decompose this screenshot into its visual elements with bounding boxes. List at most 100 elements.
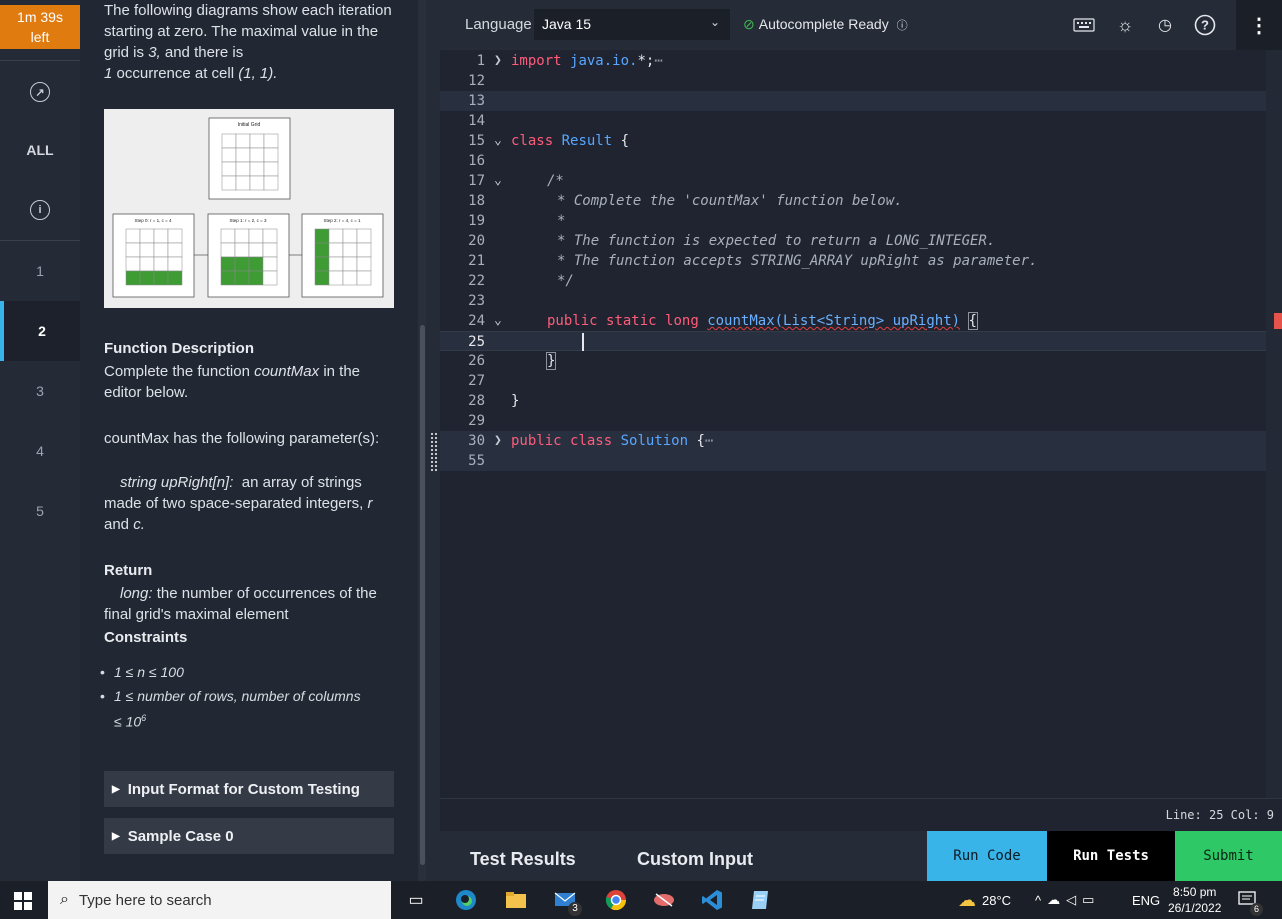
rail-question-4[interactable]: 4 xyxy=(0,421,80,481)
rail-question-3[interactable]: 3 xyxy=(0,361,80,421)
grid-cell xyxy=(356,270,372,286)
grid-cell xyxy=(314,242,330,258)
info-nav[interactable]: i xyxy=(0,180,80,240)
snipping-tool-icon[interactable] xyxy=(650,887,678,913)
rail-question-2[interactable]: 2 xyxy=(0,301,80,361)
function-description-text: Complete the function countMax in the ed… xyxy=(104,363,361,401)
problem-scrollbar-thumb[interactable] xyxy=(420,325,425,865)
grid-cell xyxy=(263,175,279,191)
parameters-intro: countMax has the following parameter(s): xyxy=(104,430,380,447)
editor-scrollbar[interactable] xyxy=(1266,50,1282,798)
input-format-toggle[interactable]: ▶ Input Format for Custom Testing xyxy=(104,771,394,807)
cursor-position-status: Line: 25 Col: 9 xyxy=(440,798,1282,830)
run-tests-button[interactable]: Run Tests xyxy=(1047,831,1175,881)
error-marker xyxy=(1274,313,1282,329)
notifications-icon[interactable]: 6 xyxy=(1238,881,1263,919)
edge-icon[interactable] xyxy=(452,887,480,913)
grid-cell xyxy=(235,133,251,149)
grid-cell xyxy=(167,256,183,272)
grid-cell xyxy=(262,242,278,258)
grid-cell xyxy=(249,161,265,177)
mail-icon[interactable]: 3 xyxy=(552,887,582,916)
volume-icon[interactable]: ◁ xyxy=(1066,892,1082,908)
grid-cell xyxy=(328,270,344,286)
text-cursor xyxy=(582,333,584,351)
chrome-icon[interactable] xyxy=(602,887,630,913)
grid-cell xyxy=(139,228,155,244)
language-select[interactable]: Java 15 ⌄ xyxy=(534,9,730,40)
timer-suffix: left xyxy=(30,29,50,45)
grid-cell xyxy=(125,242,141,258)
network-icon[interactable]: ▭ xyxy=(1082,892,1100,908)
run-code-button[interactable]: Run Code xyxy=(927,831,1047,881)
chevron-right-icon[interactable]: ❯ xyxy=(494,431,502,451)
timer-badge: 1m 39s left xyxy=(0,5,80,49)
taskbar-search-input[interactable]: ⌕ Type here to search xyxy=(48,881,391,919)
grid-cell xyxy=(314,270,330,286)
code-editor[interactable]: 1 ❯ import java.io.*;⋯ 12 13 14 15 ⌄ class… xyxy=(440,50,1266,798)
caret-right-icon: ▶ xyxy=(112,830,120,842)
chevron-down-icon[interactable]: ⌄ xyxy=(494,131,502,151)
weather-widget[interactable]: ☁ 28°C xyxy=(958,881,1011,919)
grid-cell xyxy=(139,242,155,258)
compass-icon: ↗ xyxy=(30,82,50,102)
more-options-icon[interactable]: ⋮ xyxy=(1236,0,1282,50)
grid-cell xyxy=(356,256,372,272)
grid-cell xyxy=(221,161,237,177)
grid-cell xyxy=(249,147,265,163)
history-icon[interactable]: ◷ xyxy=(1153,13,1177,37)
rail-question-5[interactable]: 5 xyxy=(0,481,80,541)
task-view-icon[interactable]: ▭ xyxy=(402,887,430,913)
vscode-icon[interactable] xyxy=(698,887,726,913)
clock[interactable]: 8:50 pm 26/1/2022 xyxy=(1168,881,1221,919)
grid-cell xyxy=(234,242,250,258)
grid-cell xyxy=(249,133,265,149)
constraint-item: 1 ≤ n ≤ 100 xyxy=(100,661,394,683)
grid-cell xyxy=(167,270,183,286)
notepad-icon[interactable] xyxy=(746,887,774,913)
rail-all[interactable]: ALL xyxy=(0,120,80,180)
grid-cell xyxy=(167,228,183,244)
windows-start-icon[interactable] xyxy=(14,892,32,910)
compass-nav[interactable]: ↗ xyxy=(0,62,80,122)
help-icon[interactable]: ? xyxy=(1193,13,1217,37)
chevron-up-icon[interactable]: ^ xyxy=(1035,893,1047,908)
grid-cell xyxy=(342,256,358,272)
grid-cell xyxy=(139,256,155,272)
grid-cell xyxy=(262,270,278,286)
language-indicator[interactable]: ENG xyxy=(1132,881,1160,919)
code-line: 24 ⌄ public static long countMax(List<Str… xyxy=(468,311,978,331)
grid-cell xyxy=(356,242,372,258)
grid-cell xyxy=(342,242,358,258)
tab-custom-input[interactable]: Custom Input xyxy=(637,849,753,870)
sample-case-toggle[interactable]: ▶ Sample Case 0 xyxy=(104,818,394,854)
drag-handle-icon[interactable] xyxy=(430,432,438,472)
cloud-icon[interactable]: ☁ xyxy=(1047,892,1066,908)
system-tray-icons[interactable]: ^ ☁ ◁ ▭ xyxy=(1035,881,1100,919)
info-icon[interactable]: ⓘ xyxy=(897,20,908,32)
submit-button[interactable]: Submit xyxy=(1175,831,1282,881)
step2-title: Step 1: r = 2, c = 3 xyxy=(229,218,267,223)
grid-cell xyxy=(167,242,183,258)
constraints-heading: Constraints xyxy=(104,629,188,646)
intro-text: The following diagrams show each iterati… xyxy=(104,2,392,82)
grid-cell xyxy=(153,228,169,244)
tab-test-results[interactable]: Test Results xyxy=(470,849,576,870)
chevron-down-icon[interactable]: ⌄ xyxy=(494,171,502,191)
grid-cell xyxy=(235,161,251,177)
rail-question-1[interactable]: 1 xyxy=(0,241,80,301)
chevron-down-icon[interactable]: ⌄ xyxy=(494,311,502,331)
step1-title: Step 0: r = 1, c = 4 xyxy=(134,218,172,223)
grid-cell xyxy=(328,256,344,272)
keyboard-icon[interactable] xyxy=(1072,13,1096,37)
info-icon: i xyxy=(30,200,50,220)
grid-cell xyxy=(234,256,250,272)
theme-sun-icon[interactable]: ☼ xyxy=(1113,13,1137,37)
grid-cell xyxy=(342,270,358,286)
grid-cell xyxy=(153,256,169,272)
windows-taskbar: ⌕ Type here to search ▭ 3 ☁ 28°C ^ ☁ ◁ ▭… xyxy=(0,881,1282,919)
grid-cell xyxy=(125,270,141,286)
grid-cell xyxy=(248,270,264,286)
file-explorer-icon[interactable] xyxy=(502,887,530,913)
chevron-right-icon[interactable]: ❯ xyxy=(494,51,502,71)
